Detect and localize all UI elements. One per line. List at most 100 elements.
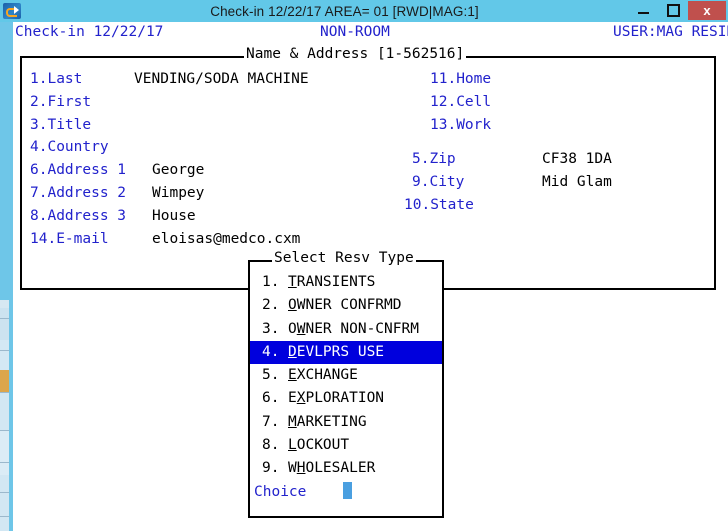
field-label: 6.Address 1 <box>30 162 127 179</box>
choice-label: Choice <box>254 484 307 500</box>
field-value-wrap[interactable]: CF38 1DA <box>542 148 612 171</box>
option-number: 6. <box>262 390 280 407</box>
maximize-icon <box>666 4 680 17</box>
background-window-line <box>0 516 9 517</box>
field-row[interactable]: 6.Address 1 George <box>30 159 204 182</box>
background-window-line <box>0 462 9 463</box>
resv-type-option[interactable]: 1. TRANSIENTS <box>250 271 442 294</box>
option-number: 5. <box>262 367 280 384</box>
option-accelerator-key: D <box>288 343 297 360</box>
dialog-title: Select Resv Type <box>272 250 416 266</box>
field-value[interactable]: eloisas@medco.cxm <box>152 231 300 247</box>
option-label-pre: O <box>288 320 297 337</box>
option-accelerator-key: O <box>288 297 297 314</box>
field-value[interactable]: Mid Glam <box>542 174 612 190</box>
field-value-wrap[interactable]: Mid Glam <box>542 171 612 194</box>
field-row[interactable]: 5.Zip <box>412 148 456 171</box>
option-label-pre: E <box>288 390 297 407</box>
option-label-post: ARKETING <box>296 413 367 430</box>
title-bar[interactable]: Check-in 12/22/17 AREA= 01 [RWD|MAG:1] x <box>0 0 728 22</box>
field-row[interactable]: 12.Cell <box>430 91 491 114</box>
field-row[interactable]: 10.State <box>404 194 474 217</box>
option-number: 8. <box>262 437 280 454</box>
resv-type-option[interactable]: 2. OWNER CONFRMD <box>250 294 442 317</box>
field-label: 1.Last <box>30 71 83 87</box>
field-label: 7.Address 2 <box>30 185 127 201</box>
field-label: 3.Title <box>30 116 92 133</box>
field-value[interactable]: CF38 1DA <box>542 151 612 167</box>
background-window-line <box>0 492 9 493</box>
background-window-edge[interactable] <box>0 300 9 531</box>
minimize-icon <box>637 12 649 14</box>
option-number: 4. <box>262 343 280 360</box>
field-label: 5.Zip <box>412 151 456 168</box>
resv-type-option[interactable]: 5. EXCHANGE <box>250 364 442 387</box>
resv-type-option[interactable]: 3. OWNER NON-CNFRM <box>250 318 442 341</box>
field-label: 11.Home <box>430 71 492 87</box>
option-number: 1. <box>262 274 280 290</box>
option-label-post: WNER CONFRMD <box>296 297 402 314</box>
field-row[interactable]: 7.Address 2 Wimpey <box>30 182 204 205</box>
option-number: 7. <box>262 413 280 430</box>
option-number: 3. <box>262 320 280 337</box>
choice-row[interactable]: Choice <box>250 481 442 504</box>
option-accelerator-key: M <box>288 413 297 430</box>
field-label: 8.Address 3 <box>30 207 127 224</box>
text-cursor[interactable] <box>343 482 353 499</box>
resv-type-option[interactable]: 9. WHOLESALER <box>250 457 442 480</box>
field-row[interactable]: 11.Home <box>430 68 491 91</box>
option-label-post: OCKOUT <box>296 437 350 454</box>
option-label-post: NER NON-CNFRM <box>305 320 419 337</box>
field-value[interactable]: VENDING/SODA MACHINE <box>134 71 309 87</box>
field-label: 10.State <box>404 197 474 213</box>
field-row[interactable]: 8.Address 3 House <box>30 205 196 228</box>
app-icon <box>3 3 21 19</box>
option-label-post: EVLPRS USE <box>296 343 385 360</box>
field-label: 4.Country <box>30 139 109 156</box>
minimize-button[interactable] <box>628 1 658 20</box>
field-label: 14.E-mail <box>30 230 109 247</box>
option-label-post: XCHANGE <box>296 367 358 384</box>
background-window-line <box>0 350 9 351</box>
background-window-line <box>0 430 9 431</box>
option-accelerator-key: E <box>288 367 297 384</box>
option-label-pre: W <box>288 460 297 477</box>
close-button[interactable]: x <box>688 1 726 20</box>
field-label: 13.Work <box>430 116 492 133</box>
option-number: 9. <box>262 460 280 477</box>
application-window: Check-in 12/22/17 AREA= 01 [RWD|MAG:1] x… <box>0 0 728 531</box>
window-controls: x <box>628 1 726 20</box>
status-room-type: NON-ROOM <box>320 24 390 40</box>
field-row[interactable]: 2.First <box>30 91 134 114</box>
status-line: Check-in 12/22/17 NON-ROOM USER:MAG RESI… <box>13 24 728 44</box>
field-row[interactable]: 13.Work <box>430 114 491 137</box>
field-label: 9.City <box>412 174 465 191</box>
option-label-post: RANSIENTS <box>296 274 376 290</box>
resv-type-option[interactable]: 7. MARKETING <box>250 411 442 434</box>
resv-type-option[interactable]: 8. LOCKOUT <box>250 434 442 457</box>
resv-type-option-list: 1. TRANSIENTS 2. OWNER CONFRMD 3. OWNER NON-C… <box>250 271 442 481</box>
option-label-post: OLESALER <box>305 460 376 477</box>
background-window-line <box>0 392 9 393</box>
field-row[interactable]: 1.Last VENDING/SODA MACHINE <box>30 68 309 91</box>
field-row[interactable]: 9.City <box>412 171 464 194</box>
field-value[interactable]: George <box>152 162 204 178</box>
option-number: 2. <box>262 297 280 314</box>
maximize-button[interactable] <box>658 1 688 20</box>
field-row[interactable]: 4.Country <box>30 136 152 159</box>
select-resv-type-dialog: Select Resv Type 1. TRANSIENTS 2. OWNER CON… <box>248 250 444 518</box>
option-accelerator-key: L <box>288 437 297 454</box>
status-user: USER:MAG RESIN <box>613 24 728 40</box>
resv-type-option[interactable]: 6. EXPLORATION <box>250 387 442 410</box>
field-row[interactable]: 14.E-mail eloisas@medco.cxm <box>30 228 300 251</box>
field-value[interactable]: Wimpey <box>152 185 204 201</box>
field-row[interactable]: 3.Title <box>30 114 134 137</box>
resv-type-option[interactable]: 4. DEVLPRS USE <box>250 340 442 365</box>
window-title: Check-in 12/22/17 AREA= 01 [RWD|MAG:1] <box>210 3 479 19</box>
status-screen-name: Check-in 12/22/17 <box>15 24 164 40</box>
field-label: 2.First <box>30 93 92 110</box>
field-label: 12.Cell <box>430 93 492 110</box>
field-value[interactable]: House <box>152 208 196 224</box>
option-accelerator-key: T <box>288 274 297 290</box>
background-window-line <box>0 318 9 319</box>
